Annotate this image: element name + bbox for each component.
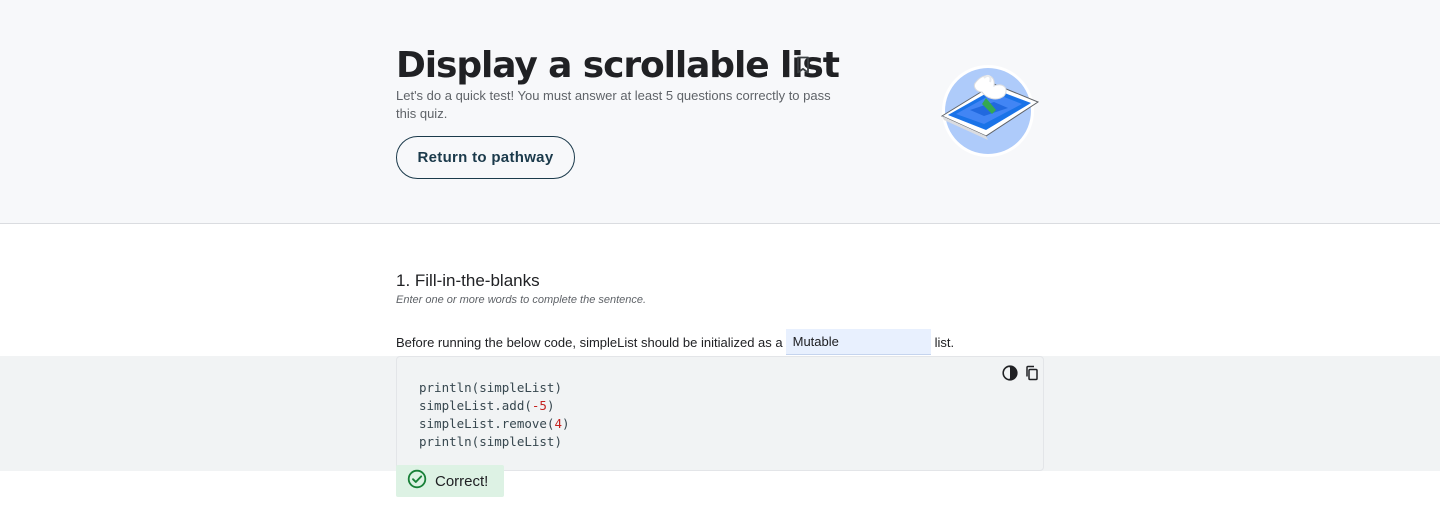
result-badge: Correct! xyxy=(396,465,504,497)
page-title: Display a scrollable list xyxy=(396,45,840,86)
quiz-description: Let's do a quick test! You must answer a… xyxy=(396,88,831,121)
result-text: Correct! xyxy=(435,472,489,490)
code-content: println(simpleList) simpleList.add(-5) s… xyxy=(419,379,570,451)
sentence-prefix: Before running the below code, simpleLis… xyxy=(396,334,783,350)
phone-illustration xyxy=(934,64,1042,160)
code-line: simpleList.remove(4) xyxy=(419,416,570,431)
dark-mode-toggle-icon[interactable] xyxy=(1001,364,1019,382)
code-line: println(simpleList) xyxy=(419,434,562,449)
return-to-pathway-button[interactable]: Return to pathway xyxy=(396,136,575,179)
bookmark-icon[interactable] xyxy=(794,54,812,76)
code-line: println(simpleList) xyxy=(419,380,562,395)
question-title: 1. Fill-in-the-blanks xyxy=(396,271,540,290)
quiz-header: Display a scrollable list Let's do a qui… xyxy=(0,0,1440,224)
check-circle-icon xyxy=(407,469,427,494)
code-line: simpleList.add(-5) xyxy=(419,398,555,413)
fill-in-sentence: Before running the below code, simpleLis… xyxy=(396,329,954,355)
sentence-suffix: list. xyxy=(934,334,955,350)
answer-input[interactable] xyxy=(785,329,931,355)
copy-code-icon[interactable] xyxy=(1023,364,1041,382)
question-instructions: Enter one or more words to complete the … xyxy=(396,294,647,306)
code-block: println(simpleList) simpleList.add(-5) s… xyxy=(396,356,1044,471)
